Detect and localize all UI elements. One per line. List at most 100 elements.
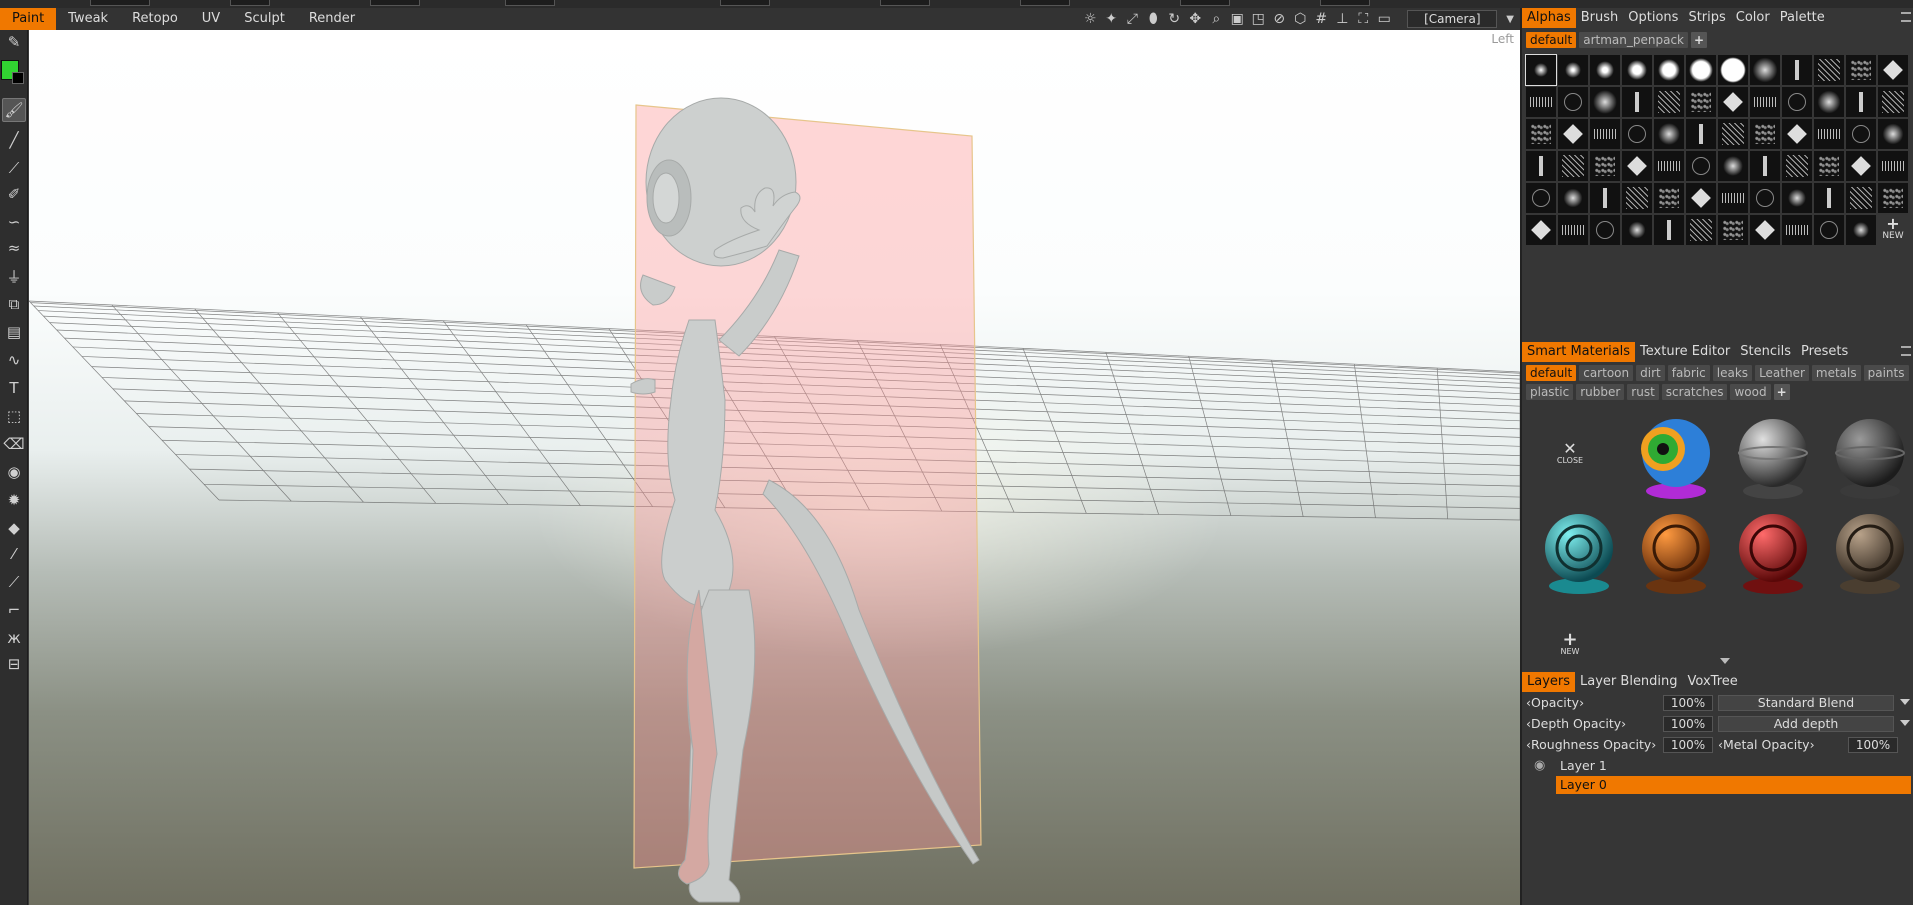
stroke-field[interactable] xyxy=(90,0,150,6)
material-sphere-rust[interactable] xyxy=(1633,508,1719,598)
alpha-item[interactable] xyxy=(1846,215,1876,245)
alpha-item[interactable] xyxy=(1814,183,1844,213)
alpha-item[interactable] xyxy=(1750,119,1780,149)
alpha-item[interactable] xyxy=(1622,183,1652,213)
category-leaks[interactable]: leaks xyxy=(1712,365,1753,381)
fluid-tool-icon[interactable]: ≈ xyxy=(2,236,26,260)
alpha-item[interactable] xyxy=(1526,183,1556,213)
category-scratches[interactable]: scratches xyxy=(1661,384,1728,400)
axis-icon[interactable]: ⊥ xyxy=(1334,11,1350,27)
alpha-item[interactable] xyxy=(1718,55,1748,85)
materials-expand-arrow[interactable] xyxy=(1720,658,1730,664)
alpha-item[interactable] xyxy=(1590,151,1620,181)
room-render[interactable]: Render xyxy=(297,8,367,30)
alpha-item[interactable] xyxy=(1782,87,1812,117)
roughness-field[interactable] xyxy=(1180,0,1230,6)
alpha-item[interactable] xyxy=(1814,151,1844,181)
alpha-item[interactable] xyxy=(1686,215,1716,245)
scale-icon[interactable]: ⤢ xyxy=(1124,11,1140,27)
alpha-item[interactable] xyxy=(1814,55,1844,85)
alpha-item[interactable] xyxy=(1686,183,1716,213)
zoom-icon[interactable]: ⌕ xyxy=(1208,11,1224,27)
alpha-item[interactable] xyxy=(1558,183,1588,213)
materials-menu-icon[interactable] xyxy=(1901,346,1911,356)
alpha-item[interactable] xyxy=(1686,55,1716,85)
alpha-item[interactable] xyxy=(1814,215,1844,245)
blend-mode-select[interactable]: Standard Blend xyxy=(1718,695,1894,711)
drop-icon[interactable]: ⬮ xyxy=(1145,11,1161,27)
alpha-item[interactable] xyxy=(1718,119,1748,149)
metal-opacity-input[interactable]: 100% xyxy=(1848,737,1898,753)
rotate-icon[interactable]: ↻ xyxy=(1166,11,1182,27)
chevron-down-icon[interactable] xyxy=(1900,720,1910,726)
bucket-tool-icon[interactable]: ◆ xyxy=(2,516,26,540)
cube-icon[interactable]: ⬡ xyxy=(1292,11,1308,27)
stamp-tool-icon[interactable]: ⏚ xyxy=(2,264,26,288)
alpha-item[interactable] xyxy=(1526,151,1556,181)
alpha-item[interactable] xyxy=(1846,55,1876,85)
butterfly-tool-icon[interactable]: ж xyxy=(2,626,26,650)
category-fabric[interactable]: fabric xyxy=(1667,365,1710,381)
pen-tool-icon[interactable]: ╱ xyxy=(2,128,26,152)
alpha-item[interactable] xyxy=(1782,183,1812,213)
add-category-button[interactable]: + xyxy=(1773,384,1790,400)
material-sphere-cyan[interactable] xyxy=(1536,508,1622,598)
ruler-tool-icon[interactable]: ⊟ xyxy=(2,652,26,676)
alpha-item[interactable] xyxy=(1782,151,1812,181)
alpha-item[interactable] xyxy=(1686,119,1716,149)
tab-stencils[interactable]: Stencils xyxy=(1735,342,1796,362)
depth-opacity-input[interactable]: 100% xyxy=(1663,716,1713,732)
alpha-item[interactable] xyxy=(1654,183,1684,213)
category-cartoon[interactable]: cartoon xyxy=(1579,365,1634,381)
alpha-item[interactable] xyxy=(1782,55,1812,85)
material-sphere-brown[interactable] xyxy=(1827,508,1913,598)
material-sphere-red[interactable] xyxy=(1730,508,1816,598)
alpha-set-default[interactable]: default xyxy=(1526,32,1577,48)
tab-palette[interactable]: Palette xyxy=(1775,8,1830,28)
alpha-item[interactable] xyxy=(1558,55,1588,85)
alpha-item[interactable] xyxy=(1846,151,1876,181)
alpha-item[interactable] xyxy=(1878,183,1908,213)
opacity-input[interactable]: 100% xyxy=(1663,695,1713,711)
alpha-item[interactable] xyxy=(1846,87,1876,117)
eye-tool-icon[interactable]: ◉ xyxy=(2,460,26,484)
tool-field[interactable] xyxy=(230,0,270,6)
grid-icon[interactable]: # xyxy=(1313,11,1329,27)
material-sphere-eye[interactable] xyxy=(1633,413,1719,503)
alpha-item[interactable] xyxy=(1622,119,1652,149)
no-entry-icon[interactable]: ⊘ xyxy=(1271,11,1287,27)
alpha-item[interactable] xyxy=(1590,183,1620,213)
tab-voxtree[interactable]: VoxTree xyxy=(1683,672,1743,692)
alpha-item[interactable] xyxy=(1622,151,1652,181)
fit-all-icon[interactable]: ▣ xyxy=(1229,11,1245,27)
alpha-item[interactable] xyxy=(1718,215,1748,245)
wand-tool-icon[interactable]: ⁄ xyxy=(2,542,26,566)
alpha-item[interactable] xyxy=(1878,87,1908,117)
alpha-item[interactable] xyxy=(1750,55,1780,85)
fill-tool-icon[interactable]: ∽ xyxy=(2,210,26,234)
text-tool-icon[interactable]: T xyxy=(2,376,26,400)
camera-select[interactable]: [Camera] xyxy=(1407,10,1498,28)
category-dirt[interactable]: dirt xyxy=(1636,365,1665,381)
new-material-button[interactable]: + NEW xyxy=(1552,631,1588,657)
alpha-item[interactable] xyxy=(1526,87,1556,117)
smoothing-field[interactable] xyxy=(880,0,930,6)
close-button[interactable]: ✕ CLOSE xyxy=(1550,441,1590,466)
chevron-down-icon[interactable]: ▼ xyxy=(1506,14,1514,25)
room-uv[interactable]: UV xyxy=(190,8,232,30)
alpha-item[interactable] xyxy=(1622,87,1652,117)
alpha-item[interactable] xyxy=(1718,183,1748,213)
alpha-item[interactable] xyxy=(1686,87,1716,117)
light-icon[interactable]: ✦ xyxy=(1103,11,1119,27)
alpha-item[interactable] xyxy=(1654,87,1684,117)
alpha-item[interactable] xyxy=(1622,55,1652,85)
alpha-item[interactable] xyxy=(1654,215,1684,245)
alpha-item[interactable] xyxy=(1878,55,1908,85)
3d-viewport[interactable]: Left xyxy=(29,30,1520,905)
fit-selection-icon[interactable]: ◳ xyxy=(1250,11,1266,27)
depth-field[interactable] xyxy=(720,0,770,6)
category-default[interactable]: default xyxy=(1526,365,1577,381)
tab-brush[interactable]: Brush xyxy=(1576,8,1624,28)
room-sculpt[interactable]: Sculpt xyxy=(232,8,297,30)
tab-layer-blending[interactable]: Layer Blending xyxy=(1575,672,1683,692)
